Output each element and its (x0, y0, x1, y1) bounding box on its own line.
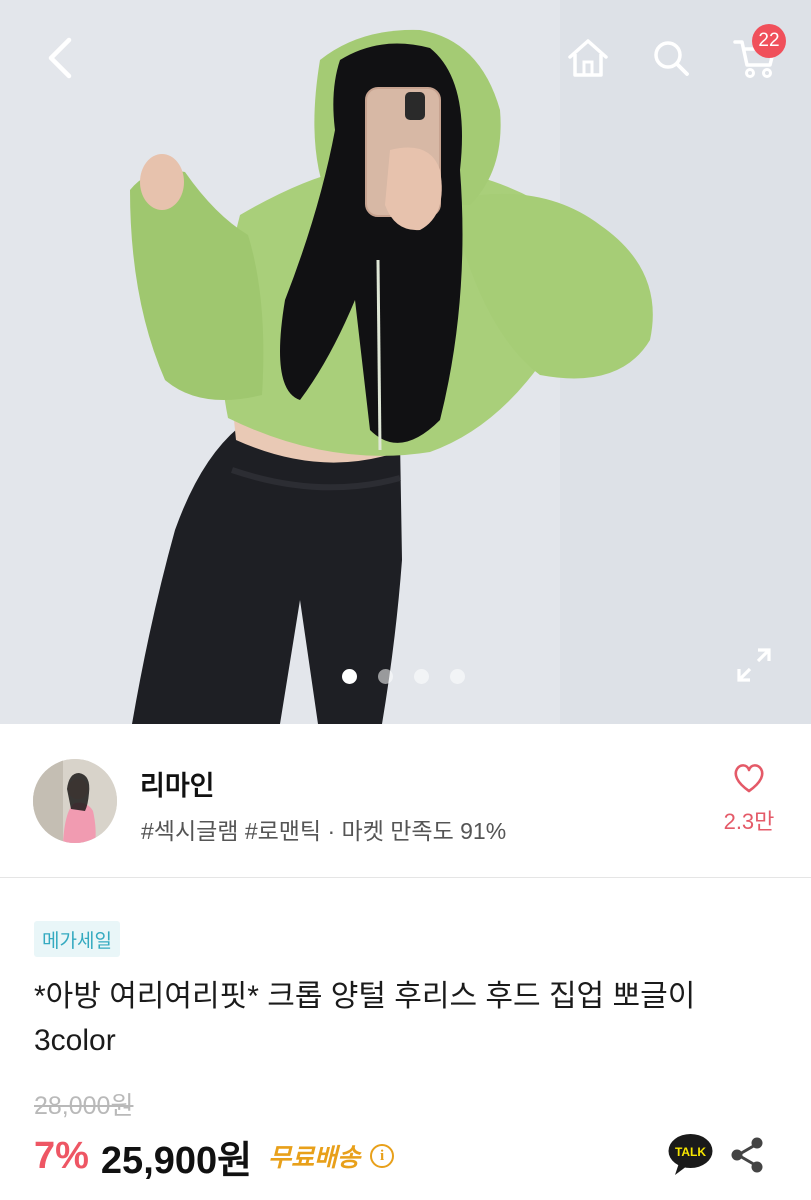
seller-info[interactable]: 리마인 #섹시글램 #로맨틱 · 마켓 만족도 91% 2.3만 (0, 724, 811, 878)
free-shipping-label: 무료배송 (268, 1144, 361, 1172)
sale-price: 25,900원 (100, 1139, 253, 1182)
original-price: 28,000원 (34, 1092, 134, 1120)
product-image-gallery[interactable]: 22 (0, 0, 811, 724)
kakao-talk-button[interactable]: TALK (667, 1133, 714, 1177)
pagination-dot[interactable] (450, 669, 465, 684)
gallery-pagination (342, 669, 465, 684)
like-count: 2.3만 (723, 809, 775, 834)
search-button[interactable] (643, 30, 699, 86)
pagination-dot[interactable] (342, 669, 357, 684)
expand-icon (737, 648, 771, 682)
home-icon (568, 39, 608, 77)
product-title: *아방 여리여리핏* 크롭 양털 후리스 후드 집업 뽀글이 3color (34, 980, 696, 1057)
talk-label: TALK (675, 1145, 706, 1159)
back-button[interactable] (32, 30, 88, 86)
section-divider (0, 877, 811, 878)
seller-name[interactable]: 리마인 (140, 764, 215, 803)
info-icon[interactable]: i (370, 1144, 395, 1168)
sale-badge: 메가세일 (34, 921, 120, 957)
seller-tags: #섹시글램 #로맨틱 · 마켓 만족도 91% (141, 818, 507, 844)
price-row: 7% 25,900원 무료배송 i (34, 1130, 395, 1182)
kakao-talk-icon: TALK (668, 1134, 713, 1175)
heart-icon (734, 764, 764, 793)
search-icon (654, 41, 689, 76)
seller-avatar[interactable] (33, 759, 117, 843)
share-button[interactable] (729, 1136, 765, 1174)
back-icon (48, 37, 72, 79)
discount-rate: 7% (34, 1134, 89, 1177)
like-button[interactable]: 2.3만 (716, 762, 782, 842)
share-icon (731, 1137, 763, 1173)
product-photo (0, 0, 811, 724)
expand-image-button[interactable] (732, 643, 776, 687)
avatar-image (33, 759, 117, 843)
cart-count-badge: 22 (752, 24, 786, 58)
home-button[interactable] (560, 30, 616, 86)
pagination-dot[interactable] (378, 669, 393, 684)
pagination-dot[interactable] (414, 669, 429, 684)
